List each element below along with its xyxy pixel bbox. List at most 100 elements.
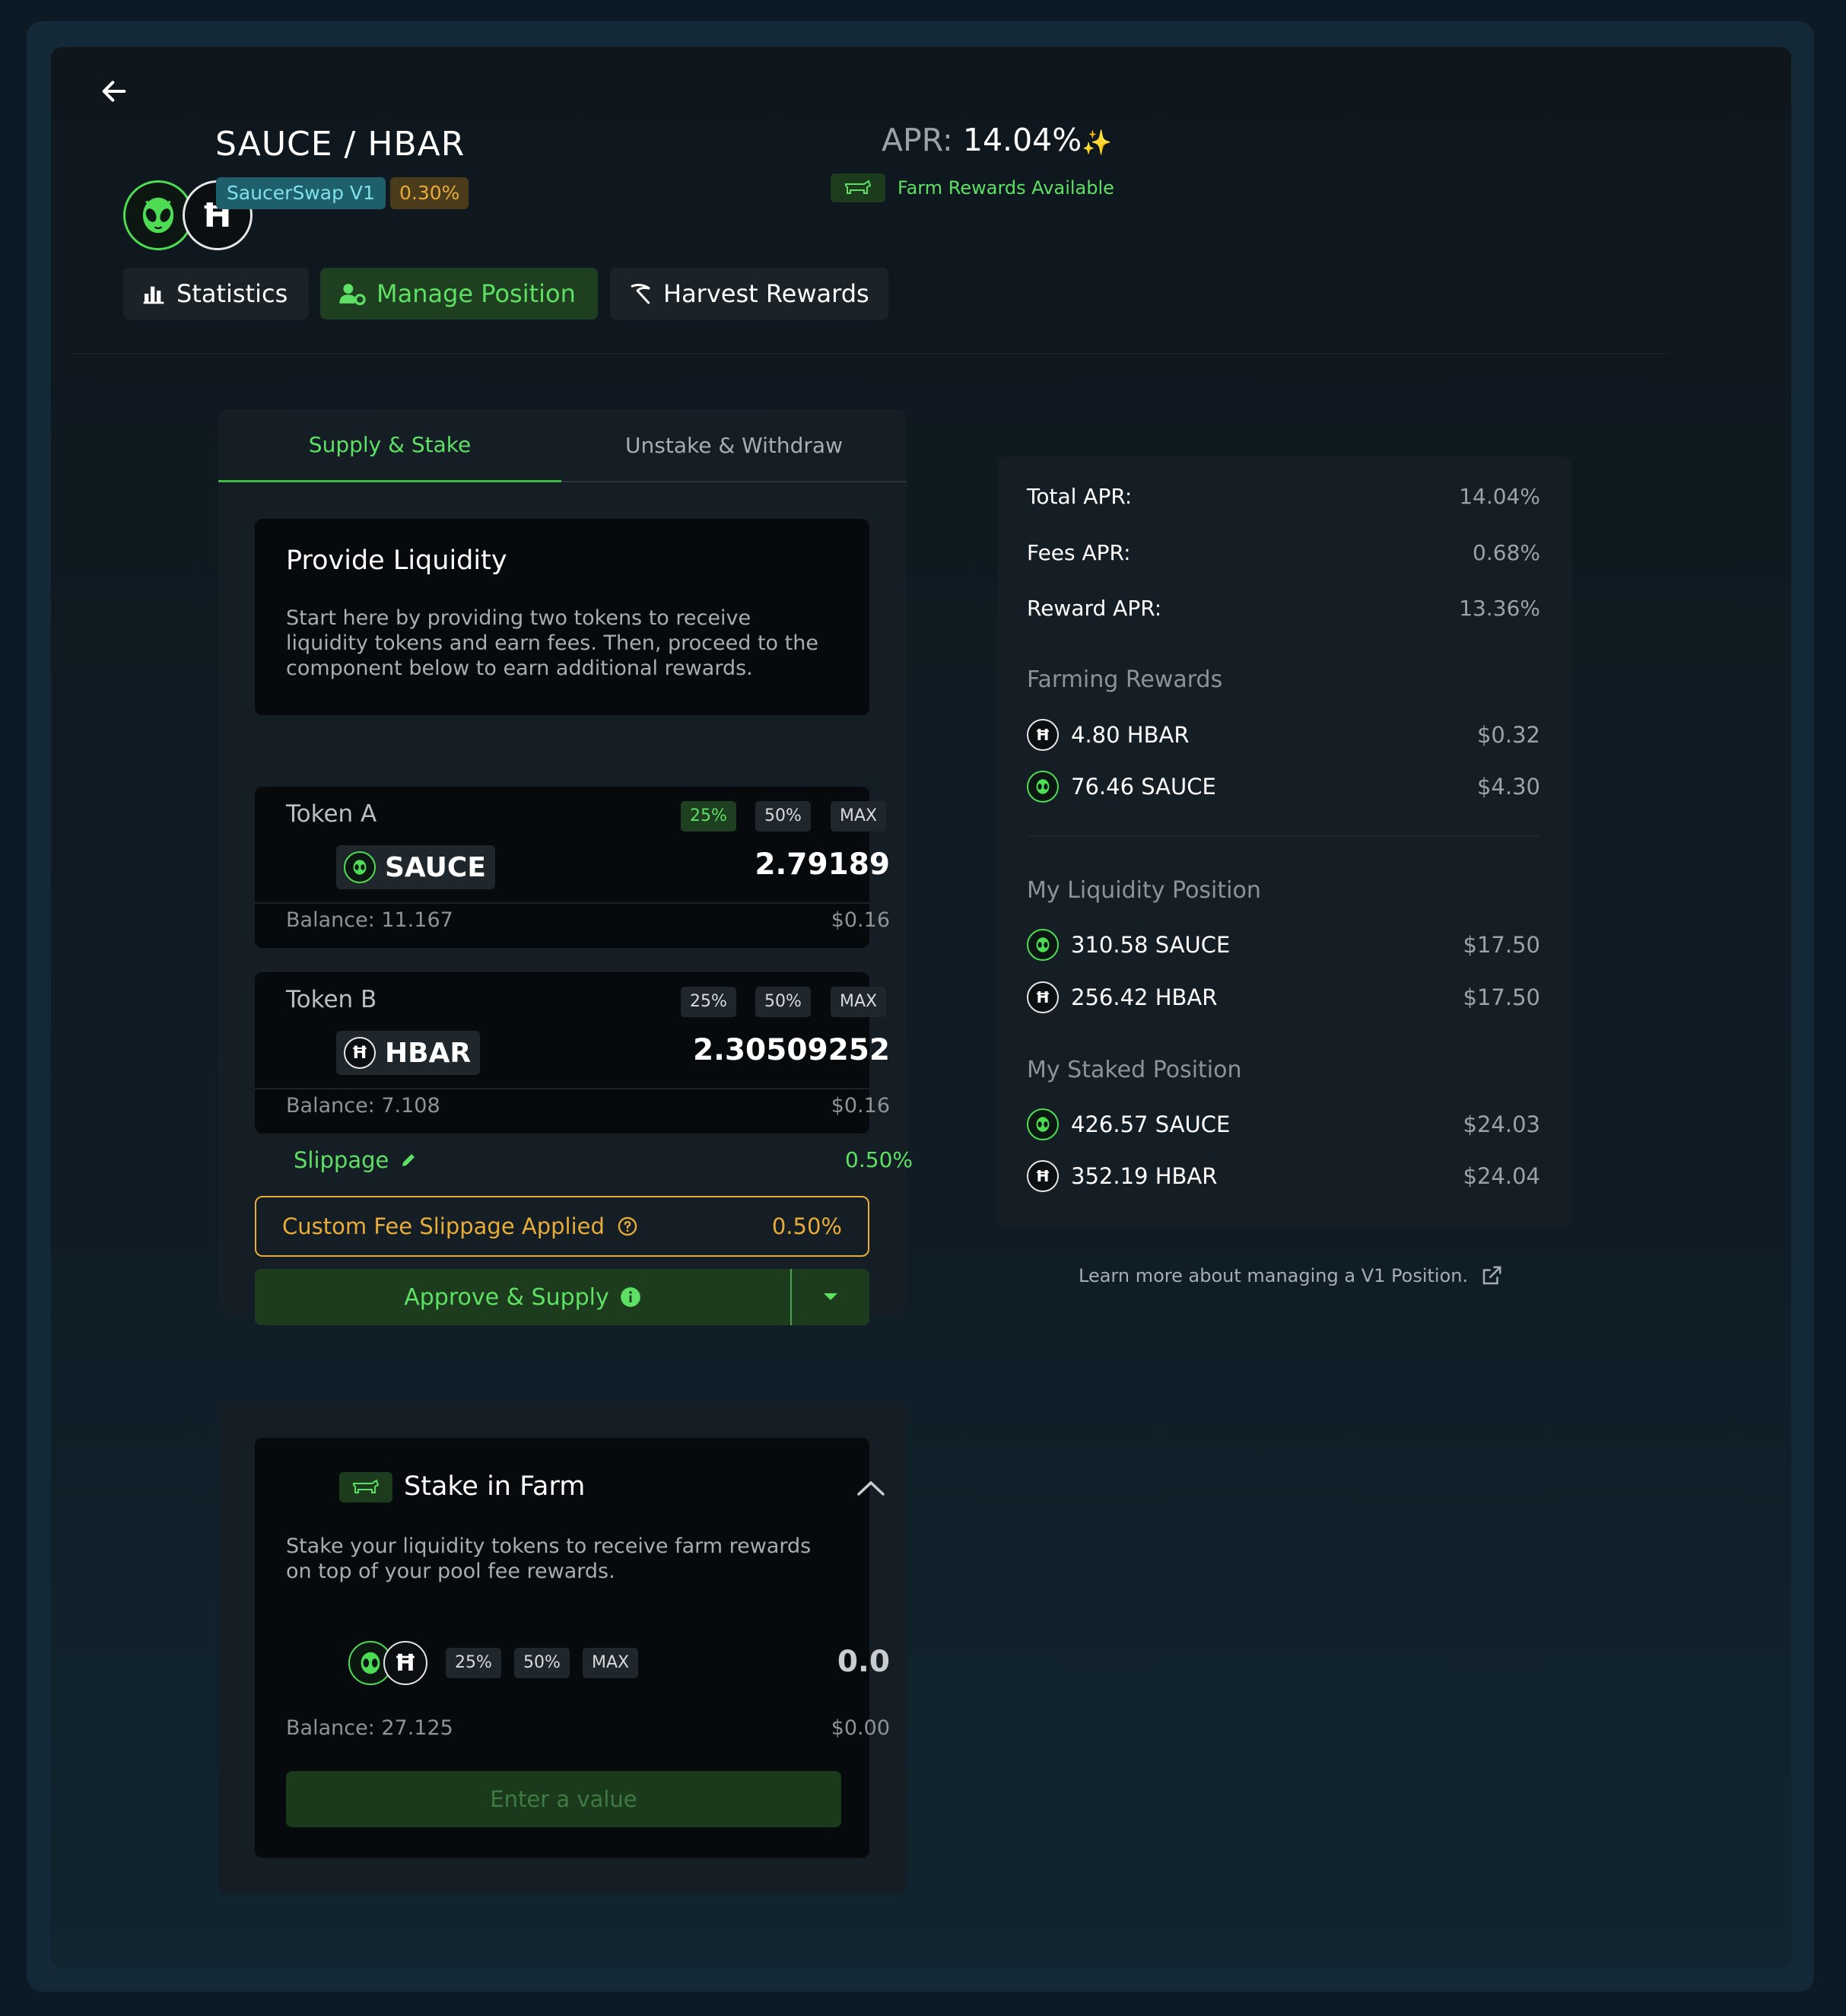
- subtab-supply-stake[interactable]: Supply & Stake: [218, 409, 561, 482]
- custom-fee-label: Custom Fee Slippage Applied: [282, 1213, 605, 1239]
- external-link-icon: [1482, 1266, 1501, 1285]
- reward-apr-row: Reward APR: 13.36%: [1027, 596, 1540, 621]
- pair-title: SAUCE / HBAR: [215, 125, 465, 164]
- stake-balance: Balance: 27.125: [286, 1716, 453, 1740]
- farm-rewards-text: Farm Rewards Available: [898, 177, 1114, 199]
- help-circle-icon[interactable]: [617, 1216, 638, 1237]
- token-b-balance: Balance: 7.108: [286, 1094, 440, 1118]
- stake-usd: $0.00: [831, 1716, 890, 1740]
- farming-reward-row: Ħ 4.80 HBAR $0.32: [1027, 719, 1540, 751]
- apr-value: 14.04%: [962, 122, 1082, 158]
- caret-down-icon: [824, 1293, 837, 1300]
- slippage-value: 0.50%: [845, 1147, 913, 1172]
- fee-tier-badge: 0.30%: [390, 177, 469, 209]
- token-b-amount-input[interactable]: 2.30509252: [586, 1033, 890, 1067]
- token-b-separator: [255, 1088, 869, 1089]
- staked-row: Ħ 352.19 HBAR $24.04: [1027, 1160, 1540, 1192]
- liquidity-hbar-amount: 256.42 HBAR: [1071, 984, 1218, 1010]
- staked-position-title: My Staked Position: [1027, 1057, 1242, 1083]
- sauce-icon: [1027, 929, 1059, 961]
- staked-row: 426.57 SAUCE $24.03: [1027, 1108, 1540, 1140]
- bar-chart-icon: [143, 286, 164, 304]
- staked-sauce-usd: $24.03: [1463, 1111, 1540, 1137]
- sauce-icon: [344, 851, 376, 883]
- fees-apr-value: 0.68%: [1473, 540, 1540, 565]
- sauce-icon: [1027, 1108, 1059, 1140]
- farming-hbar-usd: $0.32: [1476, 722, 1540, 748]
- liquidity-sauce-amount: 310.58 SAUCE: [1071, 932, 1231, 958]
- token-a-symbol: SAUCE: [385, 851, 486, 883]
- slippage-setting[interactable]: Slippage: [294, 1147, 418, 1173]
- sauce-icon: [1027, 771, 1059, 803]
- staked-hbar-usd: $24.04: [1463, 1163, 1540, 1189]
- liquidity-row: Ħ 256.42 HBAR $17.50: [1027, 981, 1540, 1013]
- approve-supply-button[interactable]: Approve & Supply: [255, 1269, 790, 1325]
- farming-rewards-title: Farming Rewards: [1027, 666, 1223, 693]
- scythe-icon: [631, 284, 650, 304]
- token-a-25-button[interactable]: 25%: [681, 801, 736, 832]
- back-button[interactable]: [84, 61, 145, 122]
- apr-display: APR: 14.04%✨: [882, 122, 1112, 158]
- token-b-symbol: HBAR: [385, 1037, 472, 1069]
- total-apr-value: 14.04%: [1459, 484, 1540, 509]
- stake-50-button[interactable]: 50%: [514, 1648, 570, 1678]
- token-a-label: Token A: [286, 800, 377, 828]
- token-b-25-button[interactable]: 25%: [681, 987, 736, 1017]
- tab-harvest-rewards[interactable]: Harvest Rewards: [610, 268, 888, 320]
- token-a-selector[interactable]: SAUCE: [336, 845, 495, 889]
- reward-apr-label: Reward APR:: [1027, 596, 1162, 621]
- farming-sauce-usd: $4.30: [1476, 774, 1540, 800]
- summary-divider: [1027, 835, 1540, 837]
- info-icon: [620, 1287, 640, 1307]
- liquidity-position-title: My Liquidity Position: [1027, 877, 1261, 904]
- learn-more-link[interactable]: Learn more about managing a V1 Position.: [1079, 1264, 1503, 1287]
- fees-apr-label: Fees APR:: [1027, 540, 1131, 565]
- chevron-up-icon: [857, 1480, 885, 1496]
- learn-more-text: Learn more about managing a V1 Position.: [1079, 1265, 1469, 1286]
- cow-icon: [353, 1479, 380, 1493]
- section-divider: [73, 353, 1668, 355]
- stake-farm-description: Stake your liquidity tokens to receive f…: [286, 1534, 812, 1583]
- token-a-balance: Balance: 11.167: [286, 908, 453, 932]
- total-apr-label: Total APR:: [1027, 484, 1133, 509]
- token-a-max-button[interactable]: MAX: [831, 801, 887, 832]
- subtab-unstake-withdraw[interactable]: Unstake & Withdraw: [561, 409, 907, 482]
- custom-fee-slippage-notice: Custom Fee Slippage Applied 0.50%: [255, 1196, 869, 1257]
- tab-statistics[interactable]: Statistics: [123, 268, 309, 320]
- enter-value-button[interactable]: Enter a value: [286, 1771, 841, 1827]
- tab-harvest-rewards-label: Harvest Rewards: [663, 279, 869, 308]
- custom-fee-value: 0.50%: [771, 1213, 842, 1239]
- token-a-50-button[interactable]: 50%: [755, 801, 811, 832]
- tab-statistics-label: Statistics: [176, 279, 288, 308]
- hbar-icon: Ħ: [1027, 1160, 1059, 1192]
- farm-badge: [831, 173, 885, 202]
- token-a-amount-input[interactable]: 2.79189: [586, 847, 890, 882]
- collapse-toggle[interactable]: [852, 1471, 890, 1505]
- farming-sauce-amount: 76.46 SAUCE: [1071, 774, 1216, 800]
- farm-badge-small: [339, 1472, 392, 1502]
- cow-icon: [845, 180, 872, 194]
- provide-liquidity-description: Start here by providing two tokens to re…: [286, 606, 818, 680]
- hbar-icon: Ħ: [1027, 981, 1059, 1013]
- slippage-label: Slippage: [294, 1147, 389, 1173]
- reward-apr-value: 13.36%: [1459, 596, 1540, 621]
- hbar-icon: Ħ: [1027, 719, 1059, 751]
- token-b-selector[interactable]: Ħ HBAR: [336, 1031, 481, 1075]
- user-gear-icon: [339, 284, 366, 306]
- token-a-usd: $0.16: [831, 908, 890, 932]
- farming-hbar-amount: 4.80 HBAR: [1071, 722, 1190, 748]
- approve-dropdown-toggle[interactable]: [792, 1269, 869, 1325]
- staked-hbar-amount: 352.19 HBAR: [1071, 1163, 1218, 1189]
- stake-farm-title: Stake in Farm: [404, 1471, 586, 1502]
- lp-hbar-icon: Ħ: [383, 1641, 427, 1685]
- token-a-separator: [255, 902, 869, 904]
- liquidity-sauce-usd: $17.50: [1463, 932, 1540, 958]
- tab-manage-position-label: Manage Position: [377, 279, 576, 308]
- stake-amount-input[interactable]: 0.0: [586, 1645, 890, 1679]
- stake-25-button[interactable]: 25%: [446, 1648, 501, 1678]
- tab-manage-position[interactable]: Manage Position: [320, 268, 598, 320]
- fees-apr-row: Fees APR: 0.68%: [1027, 540, 1540, 565]
- token-b-max-button[interactable]: MAX: [831, 987, 887, 1017]
- hbar-icon: Ħ: [344, 1037, 376, 1069]
- token-b-50-button[interactable]: 50%: [755, 987, 811, 1017]
